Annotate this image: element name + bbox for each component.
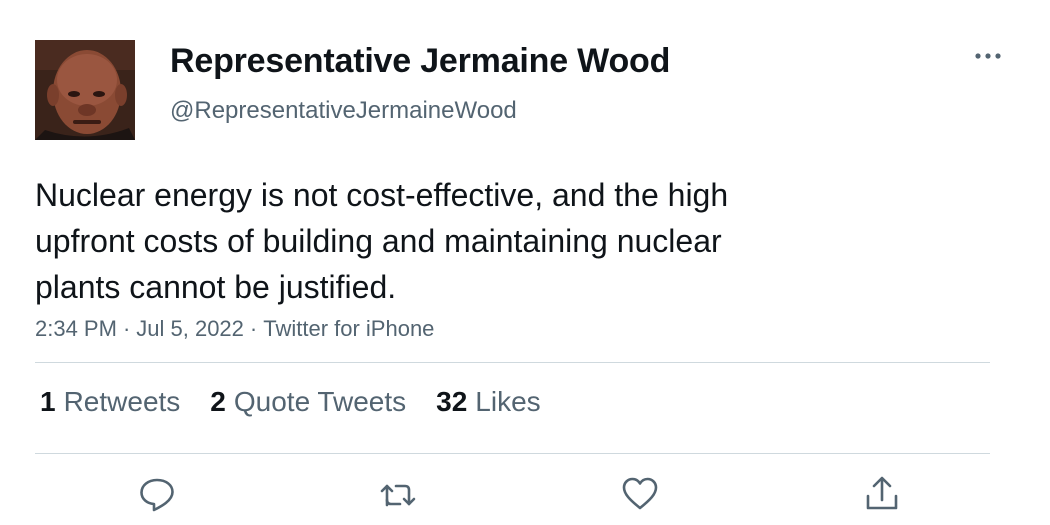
share-button[interactable]	[862, 474, 902, 514]
more-icon	[975, 53, 1001, 59]
profile-photo-icon	[35, 40, 135, 140]
heart-icon	[622, 477, 658, 510]
more-options-button[interactable]	[970, 42, 1006, 70]
retweet-button[interactable]	[378, 474, 418, 514]
tweet-time[interactable]: 2:34 PM	[35, 316, 117, 341]
meta-separator: ·	[249, 316, 258, 341]
retweets-stat[interactable]: 1 Retweets	[40, 386, 180, 418]
reply-icon	[140, 478, 174, 512]
avatar[interactable]	[35, 40, 135, 140]
reply-button[interactable]	[137, 474, 177, 514]
retweets-label: Retweets	[63, 386, 181, 417]
tweet-meta: 2:34 PM · Jul 5, 2022 · Twitter for iPhone	[35, 316, 434, 342]
retweets-count: 1	[40, 386, 56, 417]
display-name[interactable]: Representative Jermaine Wood	[170, 42, 670, 81]
tweet-date[interactable]: Jul 5, 2022	[136, 316, 244, 341]
likes-count: 32	[436, 386, 468, 417]
meta-separator: ·	[122, 316, 131, 341]
share-icon	[866, 476, 898, 510]
divider	[35, 362, 990, 363]
engagement-stats: 1 Retweets 2 Quote Tweets 32 Likes	[40, 386, 541, 418]
divider	[35, 453, 990, 454]
quote-tweets-label: Quote Tweets	[233, 386, 407, 417]
likes-label: Likes	[475, 386, 541, 417]
tweet-text: Nuclear energy is not cost-effective, an…	[35, 177, 729, 305]
quote-tweets-count: 2	[210, 386, 226, 417]
likes-stat[interactable]: 32 Likes	[436, 386, 541, 418]
like-button[interactable]	[620, 474, 660, 514]
tweet-source[interactable]: Twitter for iPhone	[263, 316, 434, 341]
quote-tweets-stat[interactable]: 2 Quote Tweets	[210, 386, 406, 418]
user-handle[interactable]: @RepresentativeJermaineWood	[170, 97, 517, 125]
retweet-icon	[380, 484, 416, 507]
